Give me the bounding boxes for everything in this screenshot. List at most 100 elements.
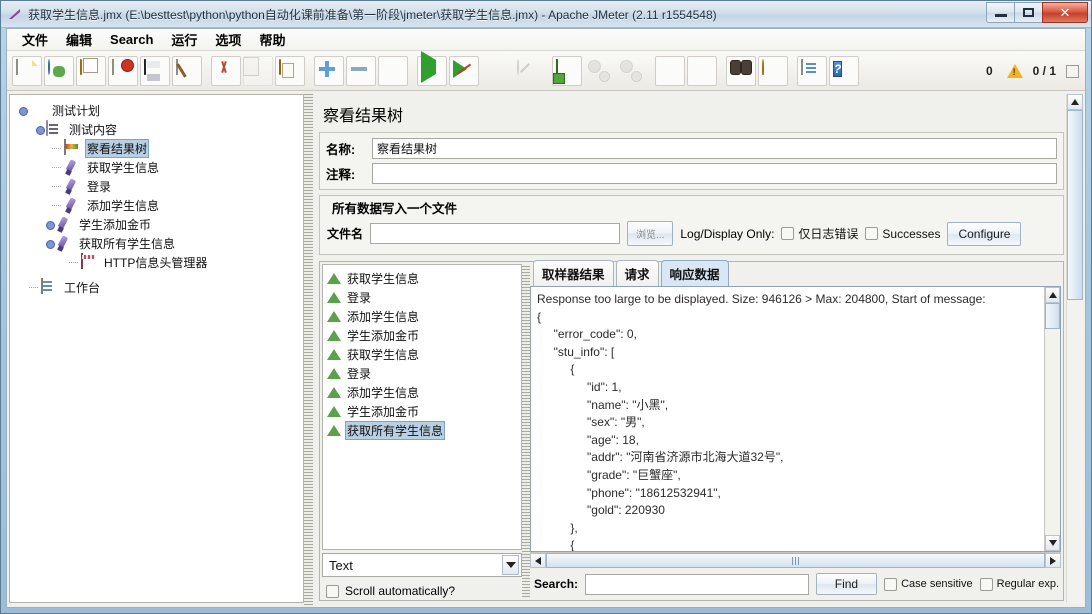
search-row: Search: Find Case sensitive Regular exp. xyxy=(530,568,1061,598)
tree-node-header-manager[interactable]: HTTP信息头管理器 xyxy=(18,253,303,272)
tab-request[interactable]: 请求 xyxy=(615,260,659,286)
close-file-button[interactable] xyxy=(108,55,138,86)
remote-shutdown-all-button[interactable] xyxy=(616,56,646,86)
checkbox-box xyxy=(865,227,879,240)
list-item[interactable]: 登录 xyxy=(327,288,521,307)
scroll-down-button[interactable] xyxy=(1045,535,1060,551)
list-item[interactable]: 学生添加金币 xyxy=(327,326,521,345)
function-helper-button[interactable] xyxy=(797,55,827,86)
main-vertical-scrollbar[interactable] xyxy=(1066,94,1083,603)
tree-node-view-results-tree[interactable]: 察看结果树 xyxy=(18,139,303,158)
menu-search[interactable]: Search xyxy=(101,30,162,49)
filename-input[interactable] xyxy=(370,223,621,244)
clear-all-button[interactable] xyxy=(687,55,717,86)
configure-button[interactable]: Configure xyxy=(947,221,1022,246)
list-item[interactable]: 添加学生信息 xyxy=(327,307,521,326)
minimize-button[interactable] xyxy=(986,2,1015,23)
maximize-button[interactable] xyxy=(1014,2,1043,23)
successes-checkbox[interactable]: Successes xyxy=(865,227,940,241)
right-panel: 察看结果树 名称: 察看结果树 注释: 所有数据写入一个文件 文件名 浏览...… xyxy=(313,94,1083,603)
tree-node-http-sampler-4[interactable]: 学生添加金币 xyxy=(18,215,303,234)
results-splitter[interactable] xyxy=(522,264,530,598)
copy-button[interactable] xyxy=(243,55,273,86)
tree-node-http-sampler-1[interactable]: 获取学生信息 xyxy=(18,158,303,177)
scroll-track[interactable] xyxy=(1067,300,1083,603)
collapse-button[interactable] xyxy=(346,55,376,86)
expand-knob-icon[interactable] xyxy=(35,125,45,135)
save-button[interactable] xyxy=(140,55,170,86)
expand-knob-icon[interactable] xyxy=(45,220,55,230)
errors-only-checkbox[interactable]: 仅日志错误 xyxy=(781,225,858,242)
menu-run[interactable]: 运行 xyxy=(162,28,206,51)
shutdown-button[interactable] xyxy=(513,56,543,86)
open-button[interactable] xyxy=(76,55,106,86)
scroll-up-button[interactable] xyxy=(1045,287,1060,303)
name-input[interactable]: 察看结果树 xyxy=(372,137,1057,159)
scroll-track[interactable] xyxy=(1045,329,1060,535)
new-button[interactable] xyxy=(12,55,42,86)
copy-icon xyxy=(247,58,269,82)
expand-button[interactable] xyxy=(314,55,344,86)
tab-response-data[interactable]: 响应数据 xyxy=(660,260,729,286)
search-button[interactable] xyxy=(726,55,756,86)
results-list[interactable]: 获取学生信息 登录 添加学生信息 学生添加金币 获取学生信息 登录 添加学生信息… xyxy=(322,264,522,550)
list-item[interactable]: 登录 xyxy=(327,364,521,383)
client-area: 文件 编辑 Search 运行 选项 帮助 ? 0 ! 0 / 1 测试计划 测… xyxy=(6,28,1086,608)
scroll-left-button[interactable] xyxy=(530,553,546,568)
list-item[interactable]: 学生添加金币 xyxy=(327,402,521,421)
write-all-data-group: 所有数据写入一个文件 文件名 浏览... Log/Display Only: 仅… xyxy=(319,195,1064,255)
scroll-thumb[interactable] xyxy=(1045,303,1060,329)
menu-edit[interactable]: 编辑 xyxy=(57,28,101,51)
reset-search-button[interactable] xyxy=(758,55,788,86)
list-item[interactable]: 添加学生信息 xyxy=(327,383,521,402)
chevron-down-icon[interactable] xyxy=(502,555,519,575)
remote-start-all-button[interactable] xyxy=(552,55,582,86)
menu-file[interactable]: 文件 xyxy=(13,28,57,51)
hscroll-thumb[interactable] xyxy=(546,553,1045,568)
expand-knob-icon[interactable] xyxy=(45,239,55,249)
search-input[interactable] xyxy=(585,573,809,595)
response-horizontal-scrollbar[interactable] xyxy=(530,552,1061,568)
stop-button[interactable] xyxy=(481,56,511,86)
tree-node-workbench[interactable]: 工作台 xyxy=(18,278,303,297)
list-item[interactable]: 获取学生信息 xyxy=(327,269,521,288)
tree-node-http-sampler-3[interactable]: 添加学生信息 xyxy=(18,196,303,215)
regular-exp-checkbox[interactable]: Regular exp. xyxy=(979,577,1059,591)
remote-stop-all-button[interactable] xyxy=(584,56,614,86)
response-vertical-scrollbar[interactable] xyxy=(1044,287,1060,551)
scroll-automatically-checkbox[interactable]: Scroll automatically? xyxy=(322,584,522,598)
tree-node-http-sampler-2[interactable]: 登录 xyxy=(18,177,303,196)
paste-button[interactable] xyxy=(275,55,305,86)
menu-help[interactable]: 帮助 xyxy=(250,28,294,51)
toggle-button[interactable] xyxy=(378,55,408,86)
close-button[interactable]: ✕ xyxy=(1042,2,1088,23)
start-button[interactable] xyxy=(417,50,447,86)
main-splitter[interactable] xyxy=(304,92,313,607)
expand-knob-icon[interactable] xyxy=(18,106,28,116)
list-item[interactable]: 获取所有学生信息 xyxy=(327,421,521,440)
clear-button[interactable] xyxy=(655,55,685,86)
tree-node-test-plan[interactable]: 测试计划 xyxy=(18,101,303,120)
warning-icon[interactable] xyxy=(1006,64,1023,78)
list-item[interactable]: 获取学生信息 xyxy=(327,345,521,364)
case-sensitive-checkbox[interactable]: Case sensitive xyxy=(884,577,973,591)
templates-button[interactable] xyxy=(44,55,74,86)
tree-node-thread-group[interactable]: 测试内容 xyxy=(18,120,303,139)
scroll-up-button[interactable] xyxy=(1067,94,1083,110)
scroll-thumb[interactable] xyxy=(1067,110,1083,300)
tree-node-http-sampler-5[interactable]: 获取所有学生信息 xyxy=(18,234,303,253)
save-as-button[interactable] xyxy=(172,55,202,86)
test-plan-tree-panel[interactable]: 测试计划 测试内容 察看结果树 获取学生信息 登录 添加学生信息 学生添加金币 … xyxy=(9,94,304,603)
cut-button[interactable] xyxy=(211,55,241,86)
help-button[interactable]: ? xyxy=(829,55,859,86)
response-text[interactable]: Response too large to be displayed. Size… xyxy=(531,287,1044,551)
scroll-right-button[interactable] xyxy=(1045,553,1061,568)
success-icon xyxy=(327,310,342,323)
start-no-pauses-button[interactable] xyxy=(449,55,479,86)
menu-options[interactable]: 选项 xyxy=(206,28,250,51)
find-button[interactable]: Find xyxy=(815,573,878,595)
comment-input[interactable] xyxy=(372,162,1057,184)
browse-button[interactable]: 浏览... xyxy=(627,221,674,246)
tab-sampler-result[interactable]: 取样器结果 xyxy=(533,260,614,286)
renderer-select[interactable]: Text xyxy=(322,553,522,577)
